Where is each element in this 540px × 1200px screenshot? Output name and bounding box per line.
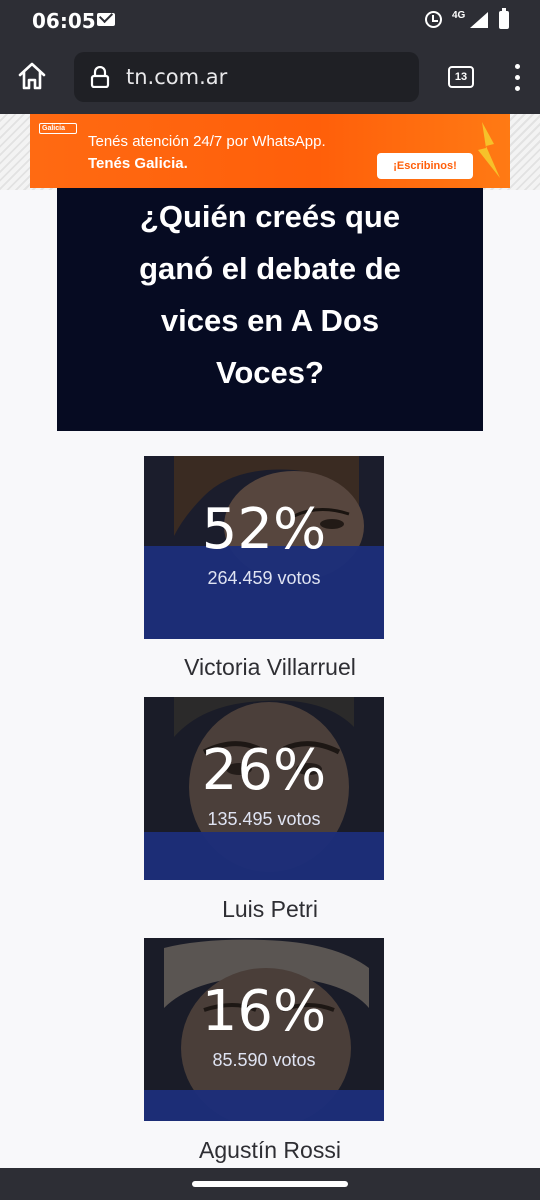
lock-icon [90, 66, 110, 88]
result-votes: 135.495 votos [207, 809, 321, 829]
result-card: 16% 85.590 votos [144, 938, 384, 1121]
alarm-icon [425, 11, 442, 28]
menu-button[interactable] [505, 62, 529, 92]
result-percent: 52% [201, 497, 327, 562]
galicia-logo: Galicia [39, 123, 77, 134]
result-votes: 264.459 votos [207, 568, 321, 588]
url-text: tn.com.ar [126, 65, 228, 89]
candidate-name: Agustín Rossi [199, 1137, 341, 1163]
poll-question: ¿Quién creés que ganó el debate de vices… [139, 199, 401, 390]
ad-headline: Tenés atención 24/7 por WhatsApp. [88, 133, 326, 150]
battery-icon [499, 8, 509, 29]
result-percent: 16% [201, 979, 327, 1044]
tab-switcher-button[interactable]: 13 [448, 66, 474, 88]
ad-cta-button[interactable]: ¡Escribinos! [377, 153, 473, 179]
result-card: 52% 264.459 votos [144, 456, 384, 639]
candidate-name: Victoria Villarruel [184, 654, 356, 680]
ad-banner[interactable]: Galicia Tenés atención 24/7 por WhatsApp… [30, 114, 510, 188]
status-time: 06:05 [32, 9, 96, 33]
result-votes: 85.590 votos [212, 1050, 316, 1070]
home-gesture-handle[interactable] [192, 1181, 348, 1187]
home-button[interactable] [14, 58, 50, 94]
poll-question-box: ¿Quién creés que ganó el debate de vices… [57, 188, 483, 431]
network-type: 4G [452, 10, 466, 21]
menu-icon [515, 64, 520, 69]
home-icon [18, 62, 46, 90]
browser-toolbar: tn.com.ar 13 [0, 40, 540, 114]
result-bar [144, 1090, 384, 1121]
url-bar[interactable]: tn.com.ar [74, 52, 419, 102]
mail-icon [97, 13, 115, 26]
ad-subline: Tenés Galicia. [88, 155, 188, 172]
candidate-name: Luis Petri [222, 896, 318, 922]
result-card: 26% 135.495 votos [144, 697, 384, 880]
system-nav-bar [0, 1168, 540, 1200]
result-bar [144, 832, 384, 880]
result-percent: 26% [201, 738, 327, 803]
lightning-icon [478, 122, 500, 178]
signal-icon [470, 12, 488, 28]
status-bar: 06:05 4G [0, 0, 540, 40]
